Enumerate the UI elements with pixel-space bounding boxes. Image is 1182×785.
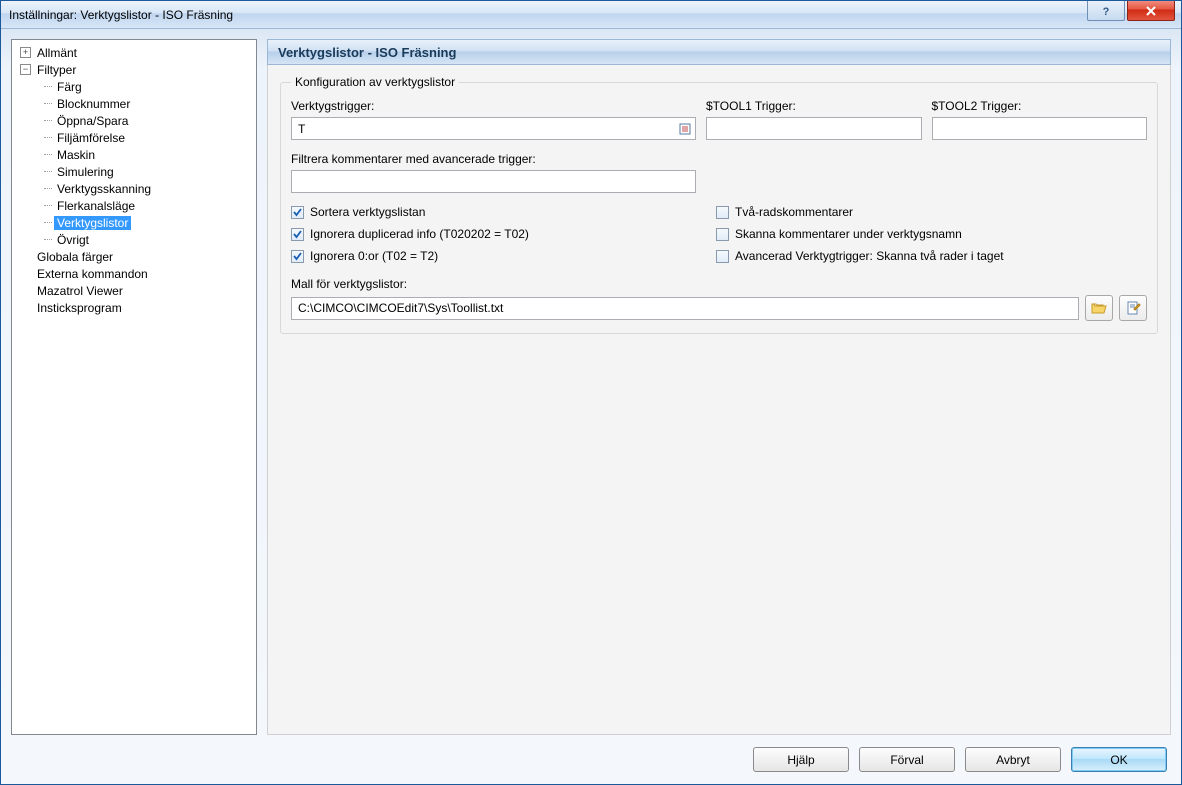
tree-label: Insticksprogram: [34, 301, 125, 315]
svg-text:?: ?: [1103, 6, 1110, 17]
tree-item-filjamforelse[interactable]: Filjämförelse: [14, 129, 254, 146]
tree-item-flerkanalslage[interactable]: Flerkanalsläge: [14, 197, 254, 214]
checkbox-icon[interactable]: [291, 228, 304, 241]
close-button[interactable]: [1127, 1, 1175, 21]
checkbox-icon[interactable]: [291, 206, 304, 219]
help-dialog-button[interactable]: Hjälp: [753, 747, 849, 772]
filter-input[interactable]: [291, 170, 696, 193]
tree-item-ovrigt[interactable]: Övrigt: [14, 231, 254, 248]
config-groupbox: Konfiguration av verktygslistor Verktygs…: [280, 75, 1158, 334]
panel-header: Verktygslistor - ISO Fräsning: [267, 39, 1171, 65]
trigger-row: Verktygstrigger:: [291, 97, 1147, 140]
edit-list-icon[interactable]: [676, 120, 693, 137]
titlebar: Inställningar: Verktygslistor - ISO Fräs…: [1, 1, 1181, 29]
tree-item-filtyper[interactable]: − Filtyper: [14, 61, 254, 78]
tree-label: Simulering: [54, 165, 117, 179]
window-title: Inställningar: Verktygslistor - ISO Fräs…: [9, 8, 1087, 22]
check-tva-rads[interactable]: Två-radskommentarer: [716, 205, 1147, 219]
dialog-footer: Hjälp Förval Avbryt OK: [11, 735, 1171, 774]
check-label: Två-radskommentarer: [735, 205, 853, 219]
check-label: Ignorera 0:or (T02 = T2): [310, 249, 438, 263]
tree-item-farg[interactable]: Färg: [14, 78, 254, 95]
checkbox-icon[interactable]: [291, 250, 304, 263]
content-panel: Verktygslistor - ISO Fräsning Konfigurat…: [267, 39, 1171, 735]
tree-item-simulering[interactable]: Simulering: [14, 163, 254, 180]
checkbox-icon[interactable]: [716, 228, 729, 241]
tree-label: Verktygslistor: [54, 216, 131, 230]
folder-open-icon: [1091, 301, 1107, 315]
check-label: Avancerad Verktygtrigger: Skanna två rad…: [735, 249, 1004, 263]
default-button[interactable]: Förval: [859, 747, 955, 772]
filter-label: Filtrera kommentarer med avancerade trig…: [291, 152, 696, 166]
check-avancerad-trigger[interactable]: Avancerad Verktygtrigger: Skanna två rad…: [716, 249, 1147, 263]
tree-item-allmant[interactable]: + Allmänt: [14, 44, 254, 61]
tree-item-verktygsskanning[interactable]: Verktygsskanning: [14, 180, 254, 197]
expand-icon[interactable]: +: [20, 47, 31, 58]
tree-label: Färg: [54, 80, 85, 94]
tree-label: Externa kommandon: [34, 267, 151, 281]
tree-item-blocknummer[interactable]: Blocknummer: [14, 95, 254, 112]
titlebar-buttons: ?: [1087, 1, 1181, 28]
tree-panel[interactable]: + Allmänt − Filtyper Färg: [11, 39, 257, 735]
tree-item-maskin[interactable]: Maskin: [14, 146, 254, 163]
panel-body: Konfiguration av verktygslistor Verktygs…: [267, 65, 1171, 735]
check-sortera[interactable]: Sortera verktygslistan: [291, 205, 696, 219]
tree-item-insticksprogram[interactable]: Insticksprogram: [14, 299, 254, 316]
tree-label: Allmänt: [34, 46, 80, 60]
tool2-label: $TOOL2 Trigger:: [932, 99, 1148, 113]
settings-window: Inställningar: Verktygslistor - ISO Fräs…: [0, 0, 1182, 785]
check-label: Ignorera duplicerad info (T020202 = T02): [310, 227, 529, 241]
tree-label: Verktygsskanning: [54, 182, 154, 196]
tool1-input[interactable]: [706, 117, 922, 140]
check-label: Skanna kommentarer under verktygsnamn: [735, 227, 962, 241]
cancel-button[interactable]: Avbryt: [965, 747, 1061, 772]
edit-document-icon: [1125, 300, 1141, 316]
tree-item-globala-farger[interactable]: Globala färger: [14, 248, 254, 265]
help-button[interactable]: ?: [1087, 1, 1125, 21]
tree-label: Mazatrol Viewer: [34, 284, 126, 298]
tree-label: Öppna/Spara: [54, 114, 131, 128]
tree-label: Blocknummer: [54, 97, 133, 111]
question-icon: ?: [1100, 5, 1112, 17]
verktygstrigger-input[interactable]: [291, 117, 696, 140]
checkbox-icon[interactable]: [716, 250, 729, 263]
group-legend: Konfiguration av verktygslistor: [291, 75, 459, 89]
main-area: + Allmänt − Filtyper Färg: [11, 39, 1171, 735]
tree-label: Flerkanalsläge: [54, 199, 138, 213]
collapse-icon[interactable]: −: [20, 64, 31, 75]
tree-item-mazatrol-viewer[interactable]: Mazatrol Viewer: [14, 282, 254, 299]
checkbox-area: Sortera verktygslistan Ignorera duplicer…: [291, 205, 1147, 263]
check-ignorera-0or[interactable]: Ignorera 0:or (T02 = T2): [291, 249, 696, 263]
tree-label: Filjämförelse: [54, 131, 128, 145]
tree-label: Övrigt: [54, 233, 92, 247]
tree-label: Filtyper: [34, 63, 79, 77]
template-path-input[interactable]: [291, 297, 1079, 320]
edit-template-button[interactable]: [1119, 295, 1147, 321]
tool2-input[interactable]: [932, 117, 1148, 140]
client-area: + Allmänt − Filtyper Färg: [1, 29, 1181, 784]
checkbox-icon[interactable]: [716, 206, 729, 219]
template-label: Mall för verktygslistor:: [291, 277, 1147, 291]
verktygstrigger-label: Verktygstrigger:: [291, 99, 696, 113]
settings-tree[interactable]: + Allmänt − Filtyper Färg: [14, 44, 254, 316]
browse-button[interactable]: [1085, 295, 1113, 321]
check-ignorera-duplicerad[interactable]: Ignorera duplicerad info (T020202 = T02): [291, 227, 696, 241]
tree-label: Maskin: [54, 148, 98, 162]
tree-label: Globala färger: [34, 250, 116, 264]
close-icon: [1145, 6, 1157, 16]
check-label: Sortera verktygslistan: [310, 205, 425, 219]
ok-button[interactable]: OK: [1071, 747, 1167, 772]
tool1-label: $TOOL1 Trigger:: [706, 99, 922, 113]
tree-item-verktygslistor[interactable]: Verktygslistor: [14, 214, 254, 231]
tree-item-oppna-spara[interactable]: Öppna/Spara: [14, 112, 254, 129]
check-skanna-kommentarer[interactable]: Skanna kommentarer under verktygsnamn: [716, 227, 1147, 241]
tree-item-externa-kommandon[interactable]: Externa kommandon: [14, 265, 254, 282]
